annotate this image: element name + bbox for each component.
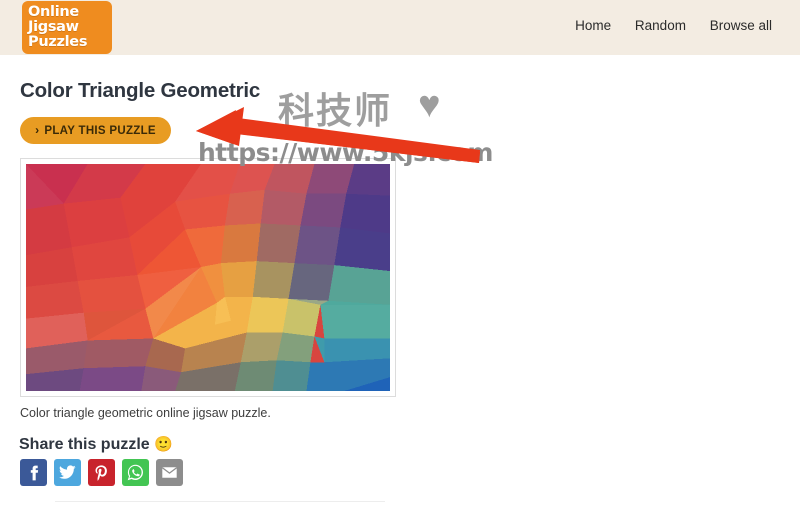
- smiley-face-icon: 🙂: [154, 436, 173, 453]
- share-pinterest-button[interactable]: [88, 459, 115, 486]
- chevron-right-icon: ›: [35, 123, 40, 137]
- main-navigation: Home Random Browse all: [555, 18, 772, 33]
- play-this-puzzle-button[interactable]: › PLAY THIS PUZZLE: [20, 117, 171, 144]
- twitter-icon: [59, 465, 76, 479]
- site-header: Online Jigsaw Puzzles Home Random Browse…: [0, 0, 800, 55]
- play-button-label: PLAY THIS PUZZLE: [44, 125, 156, 137]
- share-whatsapp-button[interactable]: [122, 459, 149, 486]
- puzzle-preview-image[interactable]: [26, 164, 390, 391]
- watermark-heart-icon: ♥: [418, 84, 441, 126]
- logo-line-2: Jigsaw: [28, 19, 79, 35]
- share-heading-label: Share this puzzle: [19, 436, 150, 453]
- share-email-button[interactable]: [156, 459, 183, 486]
- puzzle-image-frame[interactable]: [20, 158, 396, 397]
- facebook-icon: [30, 465, 38, 480]
- nav-link-browse-all[interactable]: Browse all: [710, 18, 772, 33]
- whatsapp-icon: [127, 464, 143, 481]
- share-facebook-button[interactable]: [20, 459, 47, 486]
- logo-line-1: Online: [28, 4, 79, 20]
- nav-link-home[interactable]: Home: [575, 18, 611, 33]
- logo-line-3: Puzzles: [28, 34, 88, 50]
- share-buttons-row: [20, 459, 183, 486]
- share-heading: Share this puzzle 🙂: [19, 435, 173, 454]
- nav-link-random[interactable]: Random: [635, 18, 686, 33]
- section-divider: [55, 501, 385, 502]
- watermark-cjk-text: 科技师: [278, 91, 393, 132]
- pinterest-icon: [95, 464, 107, 481]
- share-twitter-button[interactable]: [54, 459, 81, 486]
- site-logo[interactable]: Online Jigsaw Puzzles: [22, 1, 112, 54]
- envelope-icon: [161, 466, 178, 479]
- page-title: Color Triangle Geometric: [20, 79, 261, 102]
- puzzle-caption: Color triangle geometric online jigsaw p…: [20, 406, 271, 420]
